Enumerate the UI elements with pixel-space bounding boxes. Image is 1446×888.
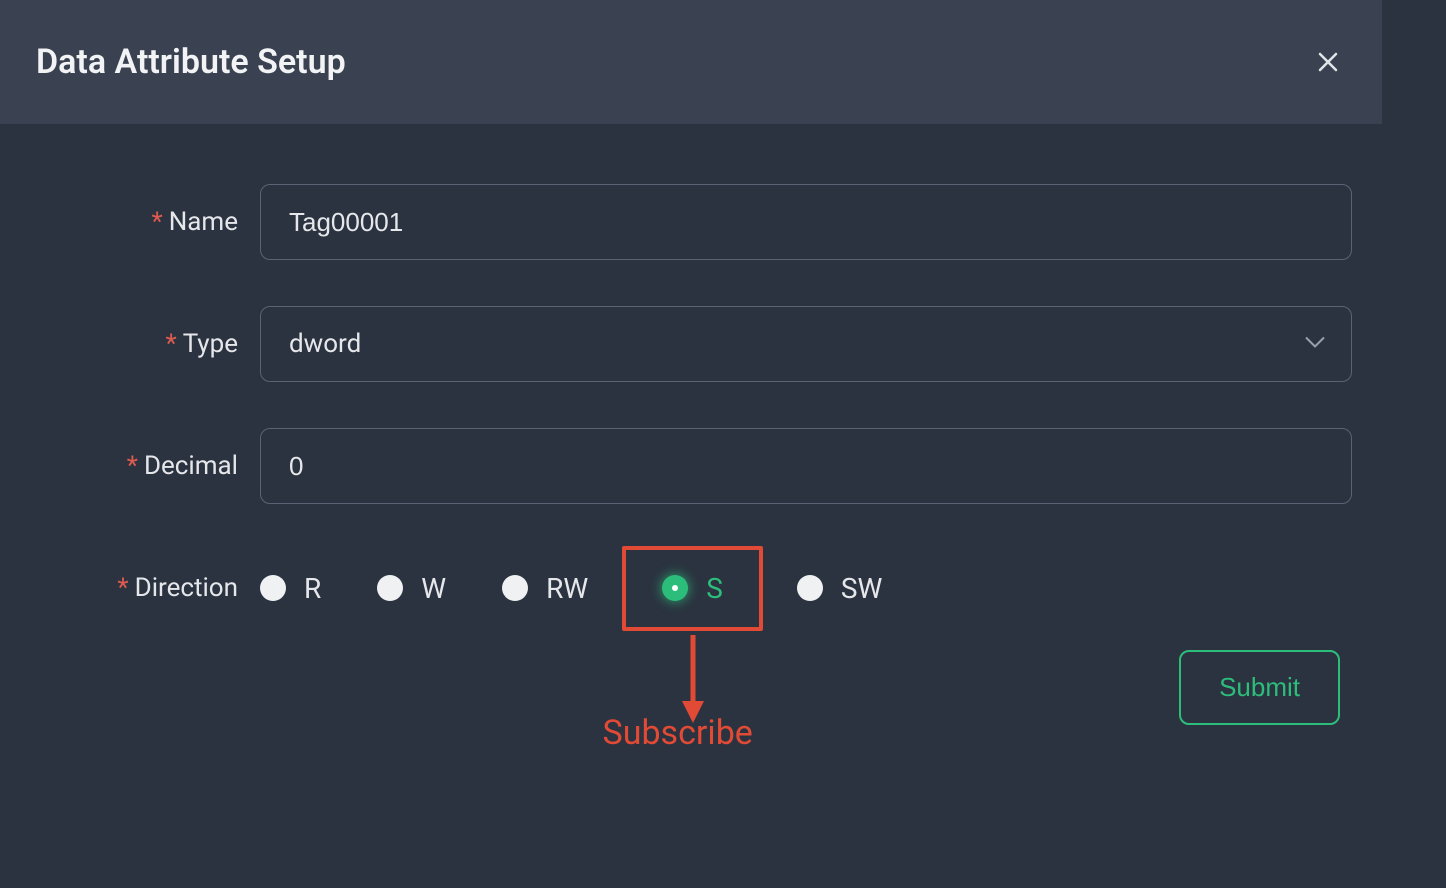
name-label-text: Name [169,207,238,237]
type-label: *Type [30,329,260,359]
name-input[interactable] [260,184,1352,260]
radio-label-w: W [421,572,446,605]
decimal-label: *Decimal [30,451,260,481]
form-row-name: *Name [30,184,1352,260]
dialog-title: Data Attribute Setup [36,42,346,82]
radio-label-r: R [304,572,321,605]
radio-option-s[interactable]: S [644,572,741,605]
type-select-wrap: dword [260,306,1352,382]
radio-circle-selected [662,575,688,601]
type-select-value: dword [289,329,361,359]
dialog-footer: Submit [30,626,1352,759]
radio-option-r[interactable]: R [260,572,321,605]
required-asterisk: * [127,451,138,481]
radio-circle [502,575,528,601]
decimal-label-text: Decimal [144,451,238,481]
radio-label-s: S [706,572,723,605]
radio-circle [797,575,823,601]
form-row-type: *Type dword [30,306,1352,382]
close-icon[interactable] [1314,48,1342,76]
name-label: *Name [30,207,260,237]
dialog-body: *Name *Type dword *Decimal [0,124,1382,789]
submit-button[interactable]: Submit [1179,650,1340,725]
radio-label-sw: SW [841,572,882,605]
form-row-decimal: *Decimal [30,428,1352,504]
form-row-direction: *Direction R W RW S [30,550,1352,626]
radio-option-w[interactable]: W [377,572,446,605]
decimal-input[interactable] [260,428,1352,504]
direction-label: *Direction [30,573,260,603]
direction-radio-group: R W RW S SW [260,550,1352,626]
type-select[interactable]: dword [260,306,1352,382]
required-asterisk: * [152,207,163,237]
direction-label-text: Direction [135,573,238,603]
dialog-header: Data Attribute Setup [0,0,1382,124]
radio-option-sw[interactable]: SW [797,572,882,605]
radio-circle [260,575,286,601]
data-attribute-setup-dialog: Data Attribute Setup *Name *Type dword [0,0,1382,789]
radio-option-rw[interactable]: RW [502,572,588,605]
radio-circle [377,575,403,601]
radio-label-rw: RW [546,572,588,605]
type-label-text: Type [183,329,238,359]
required-asterisk: * [117,573,128,603]
required-asterisk: * [166,329,177,359]
